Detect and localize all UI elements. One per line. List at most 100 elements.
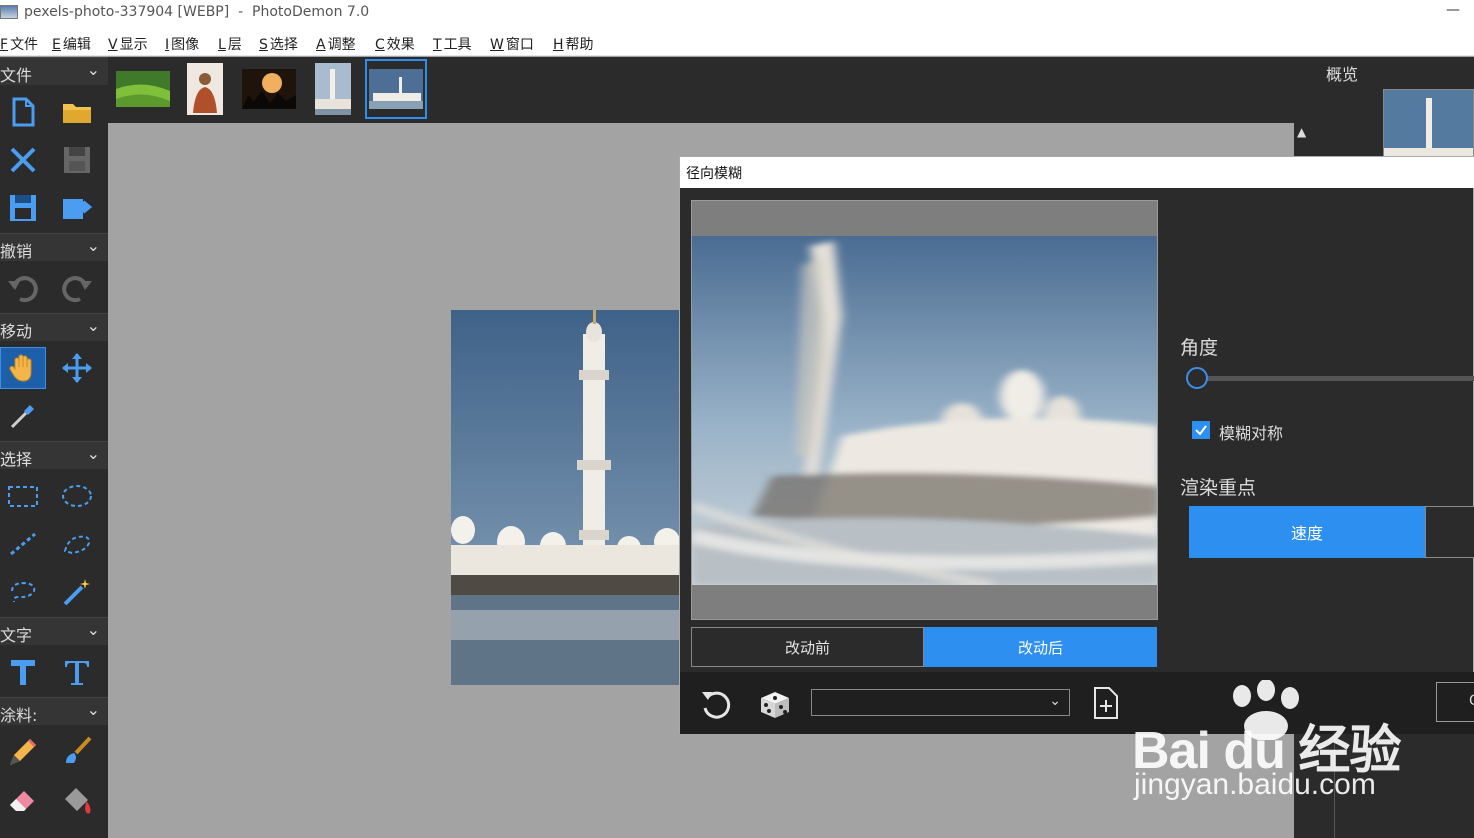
move-tool[interactable] <box>54 347 100 389</box>
image-tab-thumbnail[interactable] <box>174 59 236 119</box>
overview-thumbnail[interactable] <box>1383 89 1474 159</box>
preset-dropdown[interactable]: ⌄ <box>811 689 1070 716</box>
section-paint-header[interactable]: 涂料: ⌄ <box>0 697 108 725</box>
typography-tool[interactable] <box>54 651 100 693</box>
new-file-tool[interactable] <box>0 91 46 133</box>
menu-tools[interactable]: T 工具 <box>433 34 472 54</box>
fill-bucket-tool[interactable] <box>54 779 100 821</box>
reset-icon[interactable] <box>698 686 734 722</box>
image-tab-thumbnail[interactable] <box>238 59 300 119</box>
radial-blur-dialog: 径向模糊 改动前 改动后 角度 模糊对称 渲染重点 速度 ⌄ <box>679 156 1474 734</box>
section-paint-label: 涂料: <box>0 706 38 725</box>
basic-text-tool[interactable] <box>0 651 46 693</box>
menu-bar: F 文件 E 编辑 V 显示 I 图像 L层 S 选择 A 调整 C 效果 T 工具 W 窗口 H… <box>0 28 1474 56</box>
magic-wand-icon <box>63 579 90 606</box>
image-tab-thumbnail[interactable] <box>302 59 364 119</box>
window-title: pexels-photo-337904 [WEBP] - PhotoDemon … <box>24 4 370 20</box>
magic-wand-tool[interactable] <box>54 571 100 613</box>
chevron-down-icon: ⌄ <box>86 316 100 335</box>
new-file-icon <box>12 97 35 127</box>
lasso-icon <box>11 581 36 603</box>
text-serif-icon <box>65 661 89 685</box>
color-picker-tool[interactable] <box>0 395 46 437</box>
save-preset-icon[interactable] <box>1091 686 1121 720</box>
open-file-tool[interactable] <box>54 91 100 133</box>
after-button[interactable]: 改动后 <box>924 627 1157 667</box>
before-button[interactable]: 改动前 <box>691 627 924 667</box>
rect-select-icon <box>8 486 38 507</box>
eraser-tool[interactable] <box>0 779 46 821</box>
menu-window[interactable]: W 窗口 <box>490 34 534 54</box>
pencil-tool[interactable] <box>0 731 46 773</box>
eraser-icon <box>10 791 34 811</box>
angle-slider-track[interactable] <box>1190 376 1474 381</box>
scroll-up-icon[interactable]: ▲ <box>1297 125 1306 139</box>
angle-slider-knob[interactable] <box>1186 367 1208 389</box>
quality-button[interactable] <box>1425 506 1474 558</box>
section-text-header[interactable]: 文字 ⌄ <box>0 617 108 645</box>
pencil-icon <box>10 739 36 765</box>
speed-button[interactable]: 速度 <box>1189 506 1425 558</box>
text-bold-icon <box>11 660 35 685</box>
undo-tool[interactable] <box>0 267 46 309</box>
redo-tool[interactable] <box>54 267 100 309</box>
paint-bucket-icon <box>65 788 91 814</box>
field-thumbnail-image <box>116 71 170 107</box>
image-tab-thumbnail-active[interactable] <box>365 59 427 119</box>
menu-help[interactable]: H 帮助 <box>553 34 594 54</box>
menu-image[interactable]: I 图像 <box>165 34 199 54</box>
chevron-down-icon: ⌄ <box>86 236 100 255</box>
lasso-select-tool[interactable] <box>0 571 46 613</box>
menu-select[interactable]: S 选择 <box>259 34 298 54</box>
line-select-icon <box>10 532 36 556</box>
save-as-tool[interactable] <box>0 187 46 229</box>
undo-icon <box>8 276 38 303</box>
menu-adjust[interactable]: A 调整 <box>316 34 356 54</box>
menu-file[interactable]: F 文件 <box>0 34 38 54</box>
chevron-down-icon: ⌄ <box>86 620 100 639</box>
polygon-select-tool[interactable] <box>54 523 100 565</box>
blurred-preview-image <box>692 236 1157 585</box>
randomize-dice-icon[interactable] <box>757 686 793 722</box>
save-as-icon <box>10 195 36 221</box>
checkmark-icon <box>1195 425 1207 436</box>
line-select-tool[interactable] <box>0 523 46 565</box>
section-file-header[interactable]: 文件 ⌄ <box>0 57 108 85</box>
move-arrows-icon <box>62 353 92 383</box>
dialog-title: 径向模糊 <box>686 166 742 182</box>
concert-thumbnail-image <box>242 69 296 109</box>
close-file-tool[interactable] <box>0 139 46 181</box>
paintbrush-tool[interactable] <box>54 731 100 773</box>
close-icon <box>10 147 36 173</box>
menu-edit[interactable]: E 编辑 <box>52 34 91 54</box>
dialog-title-bar[interactable]: 径向模糊 <box>680 157 1474 188</box>
menu-view[interactable]: V 显示 <box>108 34 148 54</box>
eyedropper-icon <box>10 405 34 429</box>
hand-tool[interactable] <box>0 347 46 389</box>
menu-layer[interactable]: L层 <box>218 34 242 54</box>
paintbrush-icon <box>66 736 92 763</box>
section-move-header[interactable]: 移动 ⌄ <box>0 313 108 341</box>
save-tool[interactable] <box>54 139 100 181</box>
mosque-thumbnail-image <box>369 69 423 109</box>
section-text-label: 文字 <box>0 626 33 645</box>
monk-thumbnail-image <box>187 63 223 115</box>
mosque-photo <box>451 310 691 685</box>
section-move-label: 移动 <box>0 322 33 341</box>
chevron-down-icon: ⌄ <box>86 444 100 463</box>
section-file-label: 文件 <box>0 66 33 85</box>
effect-preview[interactable] <box>691 200 1158 620</box>
app-icon <box>0 5 18 19</box>
overview-label: 概览 <box>1326 65 1359 84</box>
ellipse-select-tool[interactable] <box>54 475 100 517</box>
menu-effects[interactable]: C 效果 <box>375 34 415 54</box>
section-select-header[interactable]: 选择 ⌄ <box>0 441 108 469</box>
section-undo-header[interactable]: 撤销 ⌄ <box>0 233 108 261</box>
image-tab-thumbnail[interactable] <box>112 59 174 119</box>
title-bar: pexels-photo-337904 [WEBP] - PhotoDemon … <box>0 0 1474 28</box>
minimize-button[interactable]: — <box>1446 2 1464 20</box>
folder-icon <box>63 104 91 123</box>
symmetric-checkbox[interactable] <box>1192 421 1210 439</box>
export-tool[interactable] <box>54 187 100 229</box>
rect-select-tool[interactable] <box>0 475 46 517</box>
